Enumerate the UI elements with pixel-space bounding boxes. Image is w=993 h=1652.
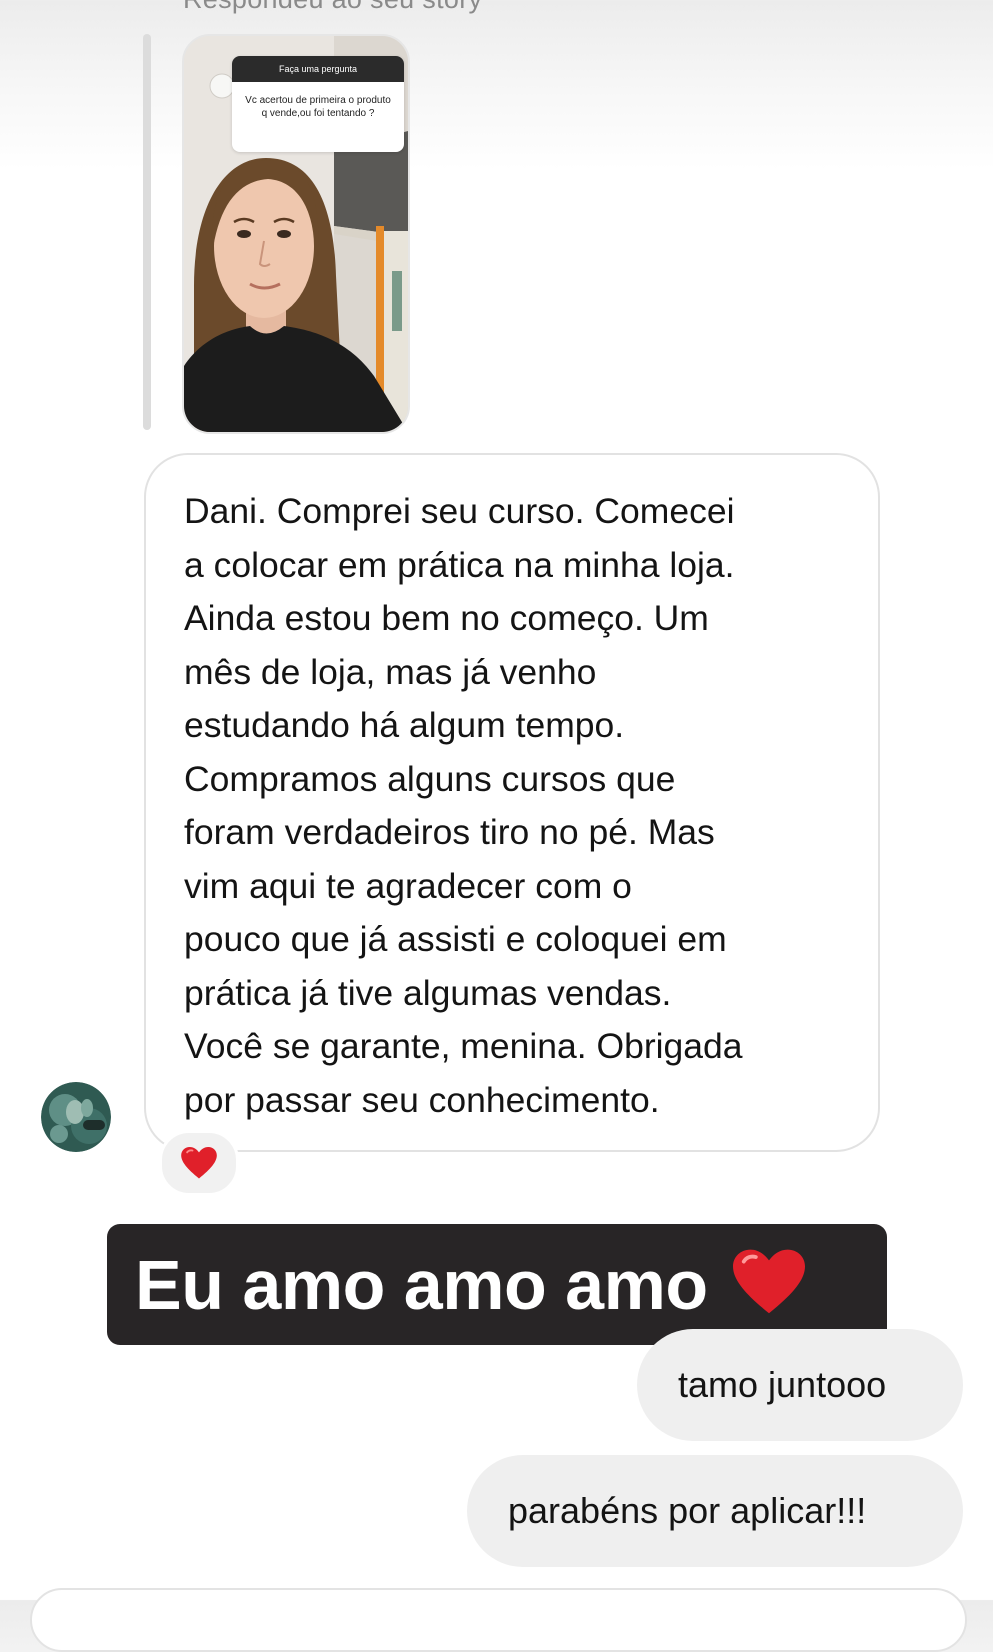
question-sticker-text: Vc acertou de primeira o produto q vende…	[245, 95, 391, 119]
red-heart-icon	[181, 1146, 217, 1179]
question-sticker-header: Faça uma pergunta	[232, 56, 404, 82]
story-thumbnail[interactable]: Faça uma pergunta Vc acertou de primeira…	[182, 34, 410, 434]
sticker-text: Eu amo amo amo	[135, 1245, 708, 1324]
outgoing-message-bubble[interactable]: parabéns por aplicar!!!	[467, 1455, 963, 1567]
message-composer[interactable]	[30, 1588, 967, 1652]
incoming-message-bubble[interactable]: Dani. Comprei seu curso. Comecei a coloc…	[144, 453, 880, 1152]
outgoing-message-text: parabéns por aplicar!!!	[508, 1490, 867, 1531]
outgoing-message-text: tamo juntooo	[678, 1364, 887, 1405]
sender-avatar[interactable]	[41, 1082, 111, 1152]
red-heart-icon	[730, 1246, 808, 1323]
story-reply-caption: Respondeu ao seu story	[183, 0, 482, 15]
incoming-message-text: Dani. Comprei seu curso. Comecei a coloc…	[184, 491, 743, 1120]
reply-indicator-bar	[143, 34, 151, 430]
outgoing-message-bubble[interactable]: tamo juntooo	[637, 1329, 963, 1441]
text-sticker: Eu amo amo amo	[107, 1224, 887, 1345]
avatar-image	[41, 1082, 111, 1152]
heart-reaction[interactable]	[159, 1130, 239, 1196]
question-sticker: Faça uma pergunta Vc acertou de primeira…	[232, 56, 404, 152]
